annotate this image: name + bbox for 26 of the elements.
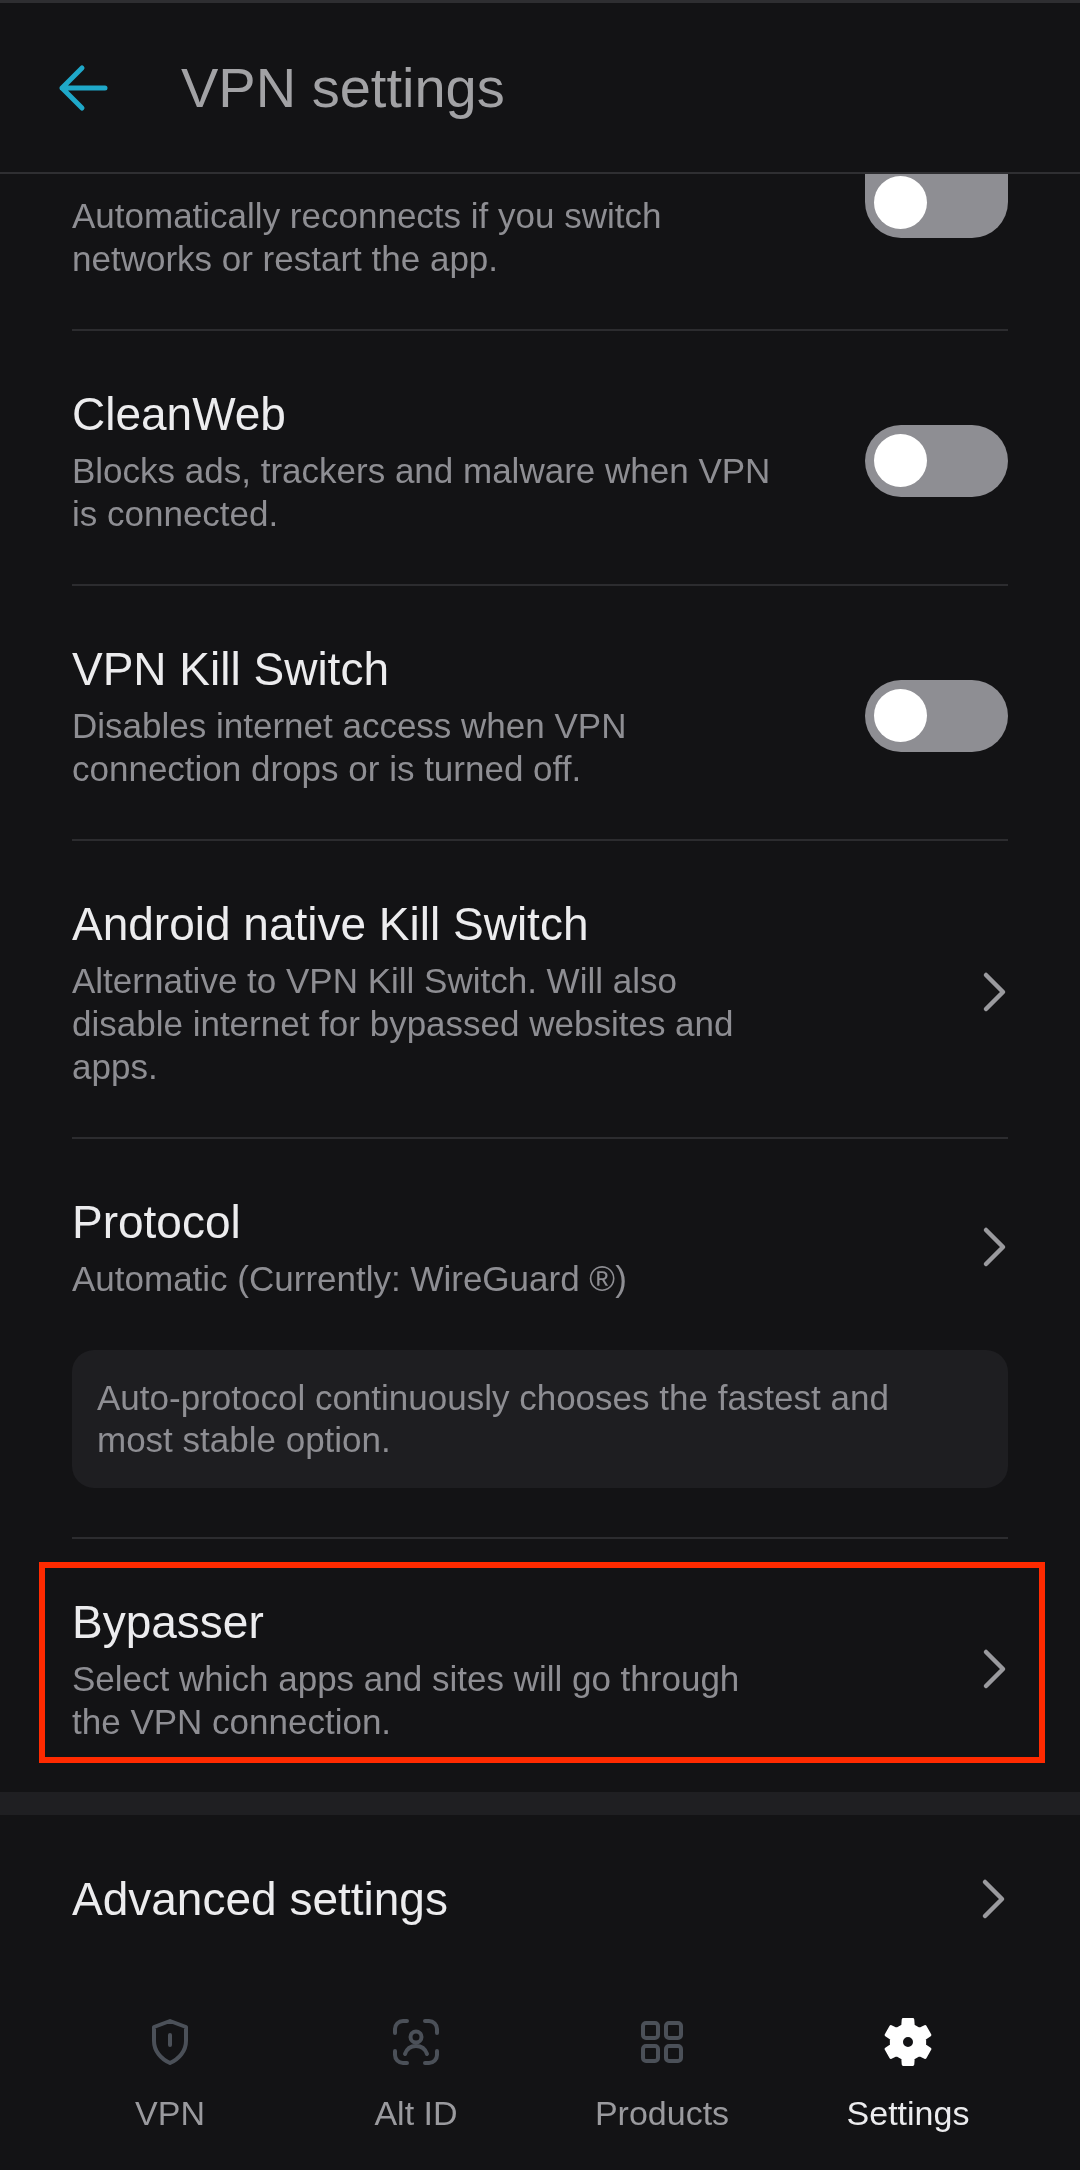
setting-description: Blocks ads, trackers and malware when VPN is connected. xyxy=(72,450,772,535)
info-note: Auto-protocol continuously chooses the fastest and most stable option. xyxy=(72,1350,1008,1488)
nav-tab[interactable]: VPN xyxy=(80,2016,260,2133)
nav-tab[interactable]: Products xyxy=(572,2016,752,2133)
setting-description: Automatically reconnects if you switch networks or restart the app. xyxy=(72,195,663,280)
setting-description: Automatic (Currently: WireGuard ®) xyxy=(72,1258,627,1300)
chevron-right-icon[interactable] xyxy=(982,1647,1008,1690)
setting-description: Disables internet access when VPN connection drops or is turned off. xyxy=(72,705,628,790)
chevron-right-icon[interactable] xyxy=(981,1877,1007,1920)
chevron-right-icon[interactable] xyxy=(982,971,1008,1013)
setting-description: Alternative to VPN Kill Switch. Will also disable internet for bypassed websites and apps. xyxy=(72,960,735,1088)
setting-title: CleanWeb xyxy=(72,387,287,442)
gear-icon xyxy=(882,2016,934,2068)
back-arrow-icon[interactable] xyxy=(58,63,108,112)
setting-title: Bypasser xyxy=(72,1595,265,1650)
person-frame-icon xyxy=(390,2016,442,2068)
setting-title: VPN Kill Switch xyxy=(72,642,390,697)
setting-title: Android native Kill Switch xyxy=(72,897,590,952)
setting-title: Protocol xyxy=(72,1195,242,1250)
setting-title: Advanced settings xyxy=(72,1871,448,1927)
nav-tab[interactable]: Settings xyxy=(818,2016,998,2133)
setting-description: Select which apps and sites will go through the VPN connection. xyxy=(72,1658,741,1743)
chevron-right-icon[interactable] xyxy=(982,1226,1008,1268)
page-title: VPN settings xyxy=(181,54,505,121)
nav-tab[interactable]: Alt ID xyxy=(326,2016,506,2133)
toggle-switch[interactable] xyxy=(865,174,1008,238)
